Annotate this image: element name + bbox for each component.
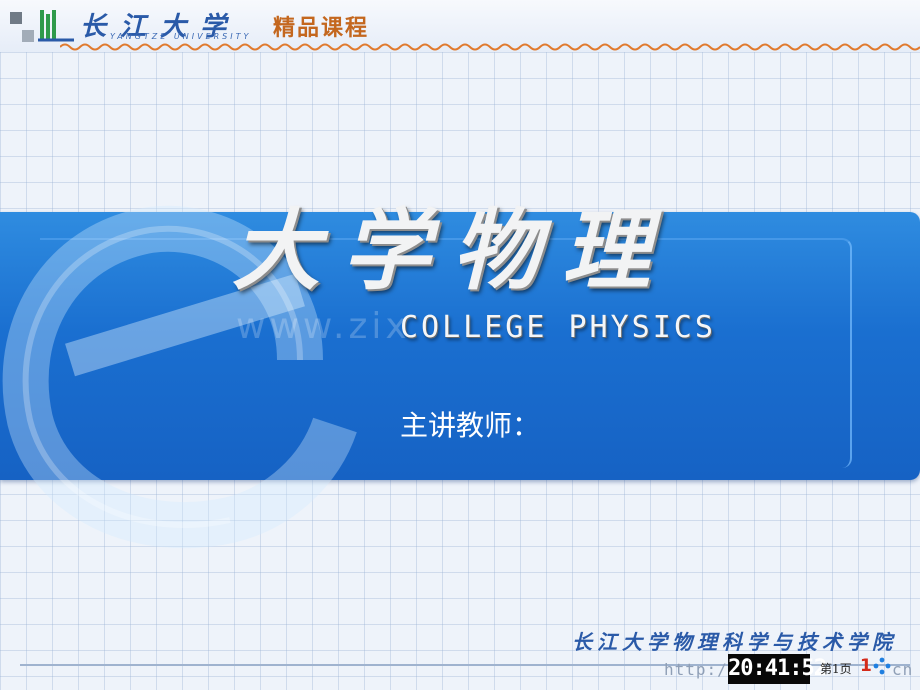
slide-header: 长江大学 YANGTZE UNIVERSITY 精品课程	[0, 0, 920, 52]
course-tag: 精品课程	[273, 15, 370, 41]
footer-url-tail: cn	[892, 660, 914, 679]
header-wave-divider	[60, 43, 920, 51]
page-label: 第1页	[820, 662, 852, 676]
clock-display: 20:41:52	[728, 654, 827, 684]
slide-title: 大学物理	[232, 198, 673, 302]
slide-subtitle: COLLEGE PHYSICS	[400, 310, 716, 345]
page-dots-icon	[873, 657, 891, 675]
college-name: 长江大学物理科学与技术学院	[572, 630, 897, 654]
lecturer-label: 主讲教师：	[400, 409, 541, 442]
header-square-icon	[22, 30, 34, 42]
watermark-text: www.zix	[236, 306, 411, 347]
page-number: 1	[860, 656, 872, 676]
header-square-icon	[10, 12, 22, 24]
